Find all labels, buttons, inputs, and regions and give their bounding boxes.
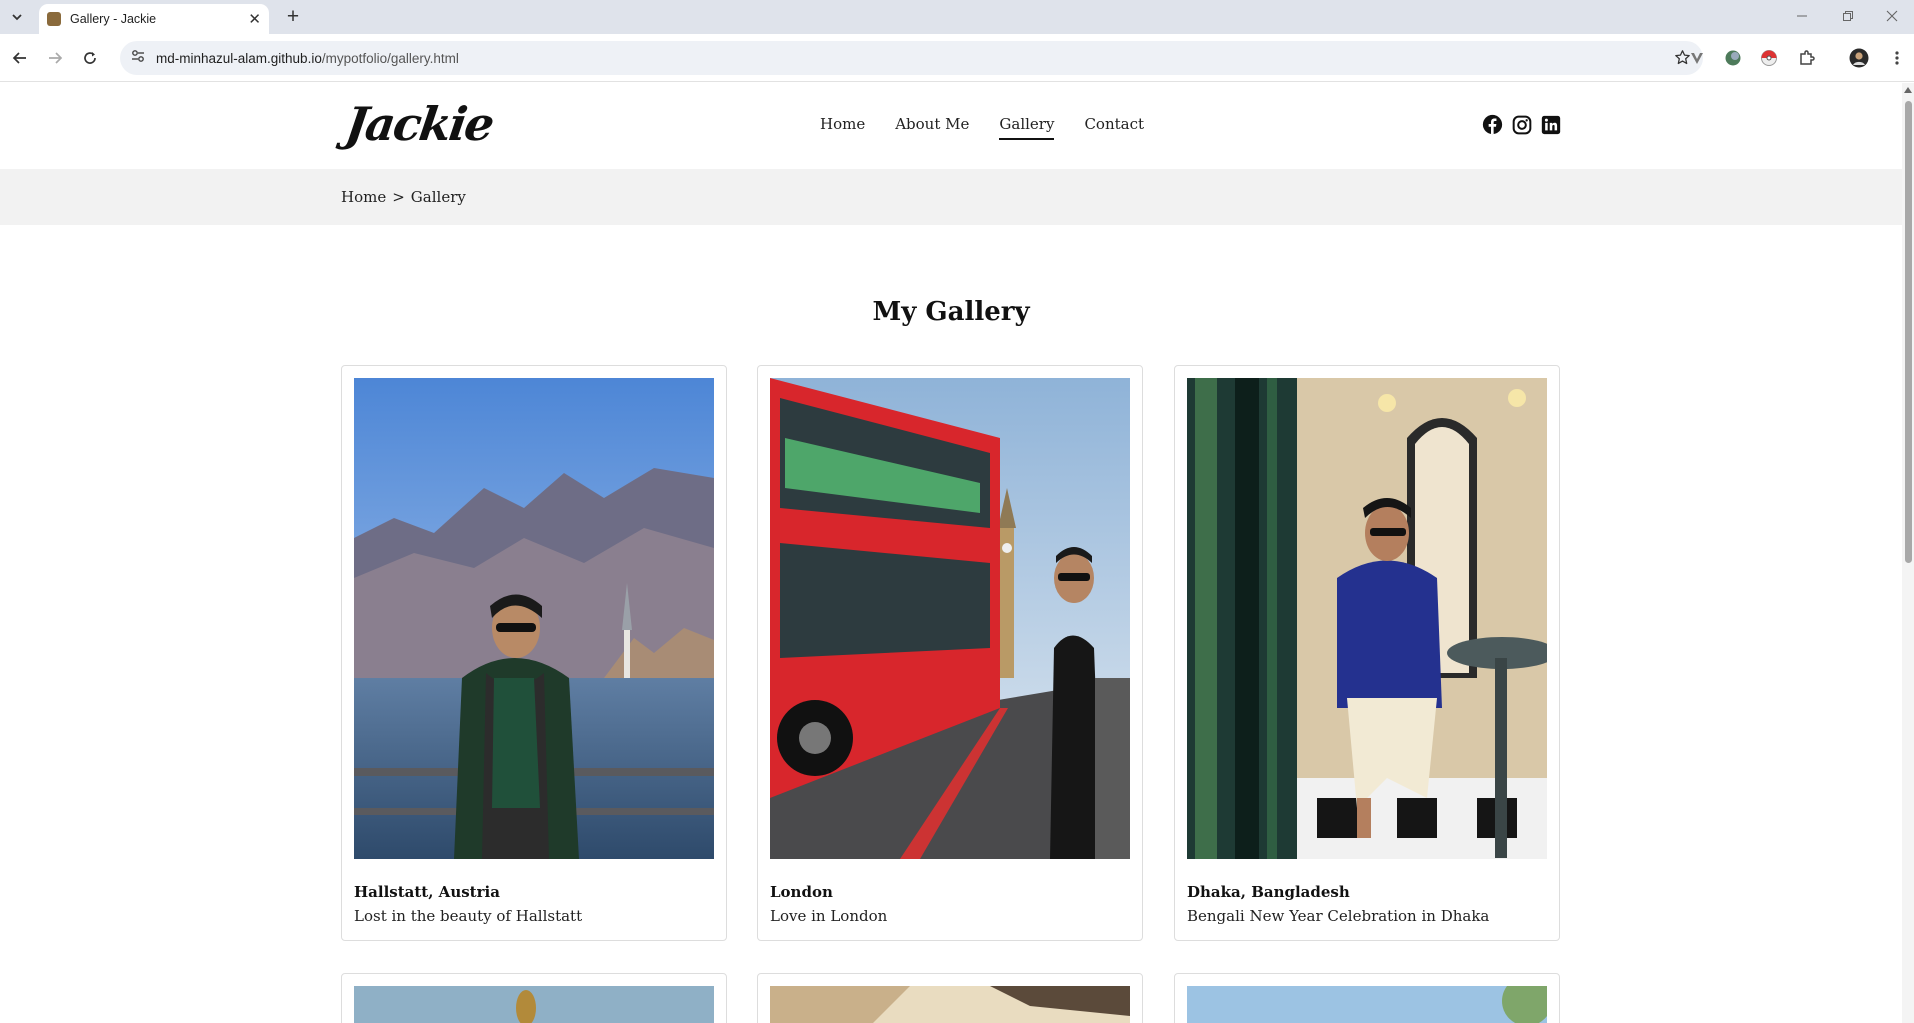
minimize-window-button[interactable] — [1782, 2, 1822, 30]
url-path: /mypotfolio/gallery.html — [321, 50, 459, 66]
new-tab-button[interactable]: + — [281, 5, 305, 29]
gallery-card-london[interactable]: London Love in London — [757, 365, 1143, 941]
url-text: md-minhazul-alam.github.io/mypotfolio/ga… — [156, 51, 459, 66]
close-tab-icon[interactable]: ✕ — [248, 10, 261, 28]
gallery-card-title: London — [770, 883, 833, 901]
gallery-card-hallstatt[interactable]: Hallstatt, Austria Lost in the beauty of… — [341, 365, 727, 941]
linkedin-icon[interactable] — [1540, 114, 1561, 135]
browser-tabbar: Gallery - Jackie ✕ + — [0, 0, 1914, 34]
gallery-photo-row2-1[interactable] — [354, 986, 714, 1023]
address-bar[interactable]: md-minhazul-alam.github.io/mypotfolio/ga… — [120, 41, 1703, 75]
extension-pokeball-icon[interactable] — [1758, 47, 1780, 69]
instagram-icon[interactable] — [1511, 114, 1532, 135]
gallery-card-row2-1[interactable] — [341, 973, 727, 1023]
tab-title: Gallery - Jackie — [70, 12, 157, 26]
gallery-card-description: Love in London — [770, 907, 888, 925]
close-window-button[interactable] — [1872, 2, 1912, 30]
extension-vee-icon[interactable] — [1686, 47, 1708, 69]
gallery-heading: My Gallery — [872, 297, 1030, 327]
gallery-photo-row2-2[interactable] — [770, 986, 1130, 1023]
scrollbar-thumb[interactable] — [1905, 101, 1912, 563]
nav-home-link[interactable]: Home — [820, 115, 865, 140]
browser-menu-icon[interactable] — [1886, 47, 1908, 69]
breadcrumb-separator: > — [392, 188, 405, 206]
nav-contact-link[interactable]: Contact — [1084, 115, 1144, 140]
browser-toolbar: md-minhazul-alam.github.io/mypotfolio/ga… — [0, 34, 1914, 82]
gallery-card-row2-3[interactable] — [1174, 973, 1560, 1023]
breadcrumb: Home > Gallery — [341, 188, 466, 206]
back-button[interactable] — [8, 46, 32, 70]
nav-about-link[interactable]: About Me — [895, 115, 969, 140]
page-scrollbar[interactable] — [1902, 83, 1914, 1023]
reload-button[interactable] — [78, 46, 102, 70]
social-links — [1482, 114, 1561, 135]
profile-avatar[interactable] — [1848, 47, 1870, 69]
site-header: Jackie Home About Me Gallery Contact — [0, 83, 1902, 169]
site-logo[interactable]: Jackie — [342, 97, 496, 151]
forward-button[interactable] — [43, 46, 67, 70]
facebook-icon[interactable] — [1482, 114, 1503, 135]
extensions-puzzle-icon[interactable] — [1796, 47, 1818, 69]
page-viewport: Jackie Home About Me Gallery Contact Hom… — [0, 83, 1902, 1023]
gallery-card-title: Dhaka, Bangladesh — [1187, 883, 1350, 901]
extension-globe-icon[interactable] — [1722, 47, 1744, 69]
gallery-card-description: Bengali New Year Celebration in Dhaka — [1187, 907, 1490, 925]
breadcrumb-bar: Home > Gallery — [0, 169, 1902, 225]
nav-gallery-link[interactable]: Gallery — [999, 115, 1055, 140]
url-host: md-minhazul-alam.github.io — [156, 50, 322, 66]
tab-search-button[interactable] — [4, 6, 30, 28]
restore-window-button[interactable] — [1828, 2, 1868, 30]
gallery-card-dhaka[interactable]: Dhaka, Bangladesh Bengali New Year Celeb… — [1174, 365, 1560, 941]
browser-tab-active[interactable]: Gallery - Jackie ✕ — [39, 4, 269, 34]
gallery-photo-london[interactable] — [770, 378, 1130, 859]
gallery-card-row2-2[interactable] — [757, 973, 1143, 1023]
breadcrumb-current: Gallery — [410, 188, 466, 206]
gallery-photo-hallstatt[interactable] — [354, 378, 714, 859]
main-nav: Home About Me Gallery Contact — [820, 115, 1144, 140]
site-favicon-icon — [47, 12, 61, 26]
gallery-photo-dhaka[interactable] — [1187, 378, 1547, 859]
breadcrumb-home-link[interactable]: Home — [341, 188, 386, 206]
gallery-card-title: Hallstatt, Austria — [354, 883, 500, 901]
gallery-card-description: Lost in the beauty of Hallstatt — [354, 907, 583, 925]
gallery-photo-row2-3[interactable] — [1187, 986, 1547, 1023]
site-info-icon[interactable] — [130, 48, 146, 68]
scroll-up-arrow-icon[interactable] — [1904, 87, 1912, 93]
